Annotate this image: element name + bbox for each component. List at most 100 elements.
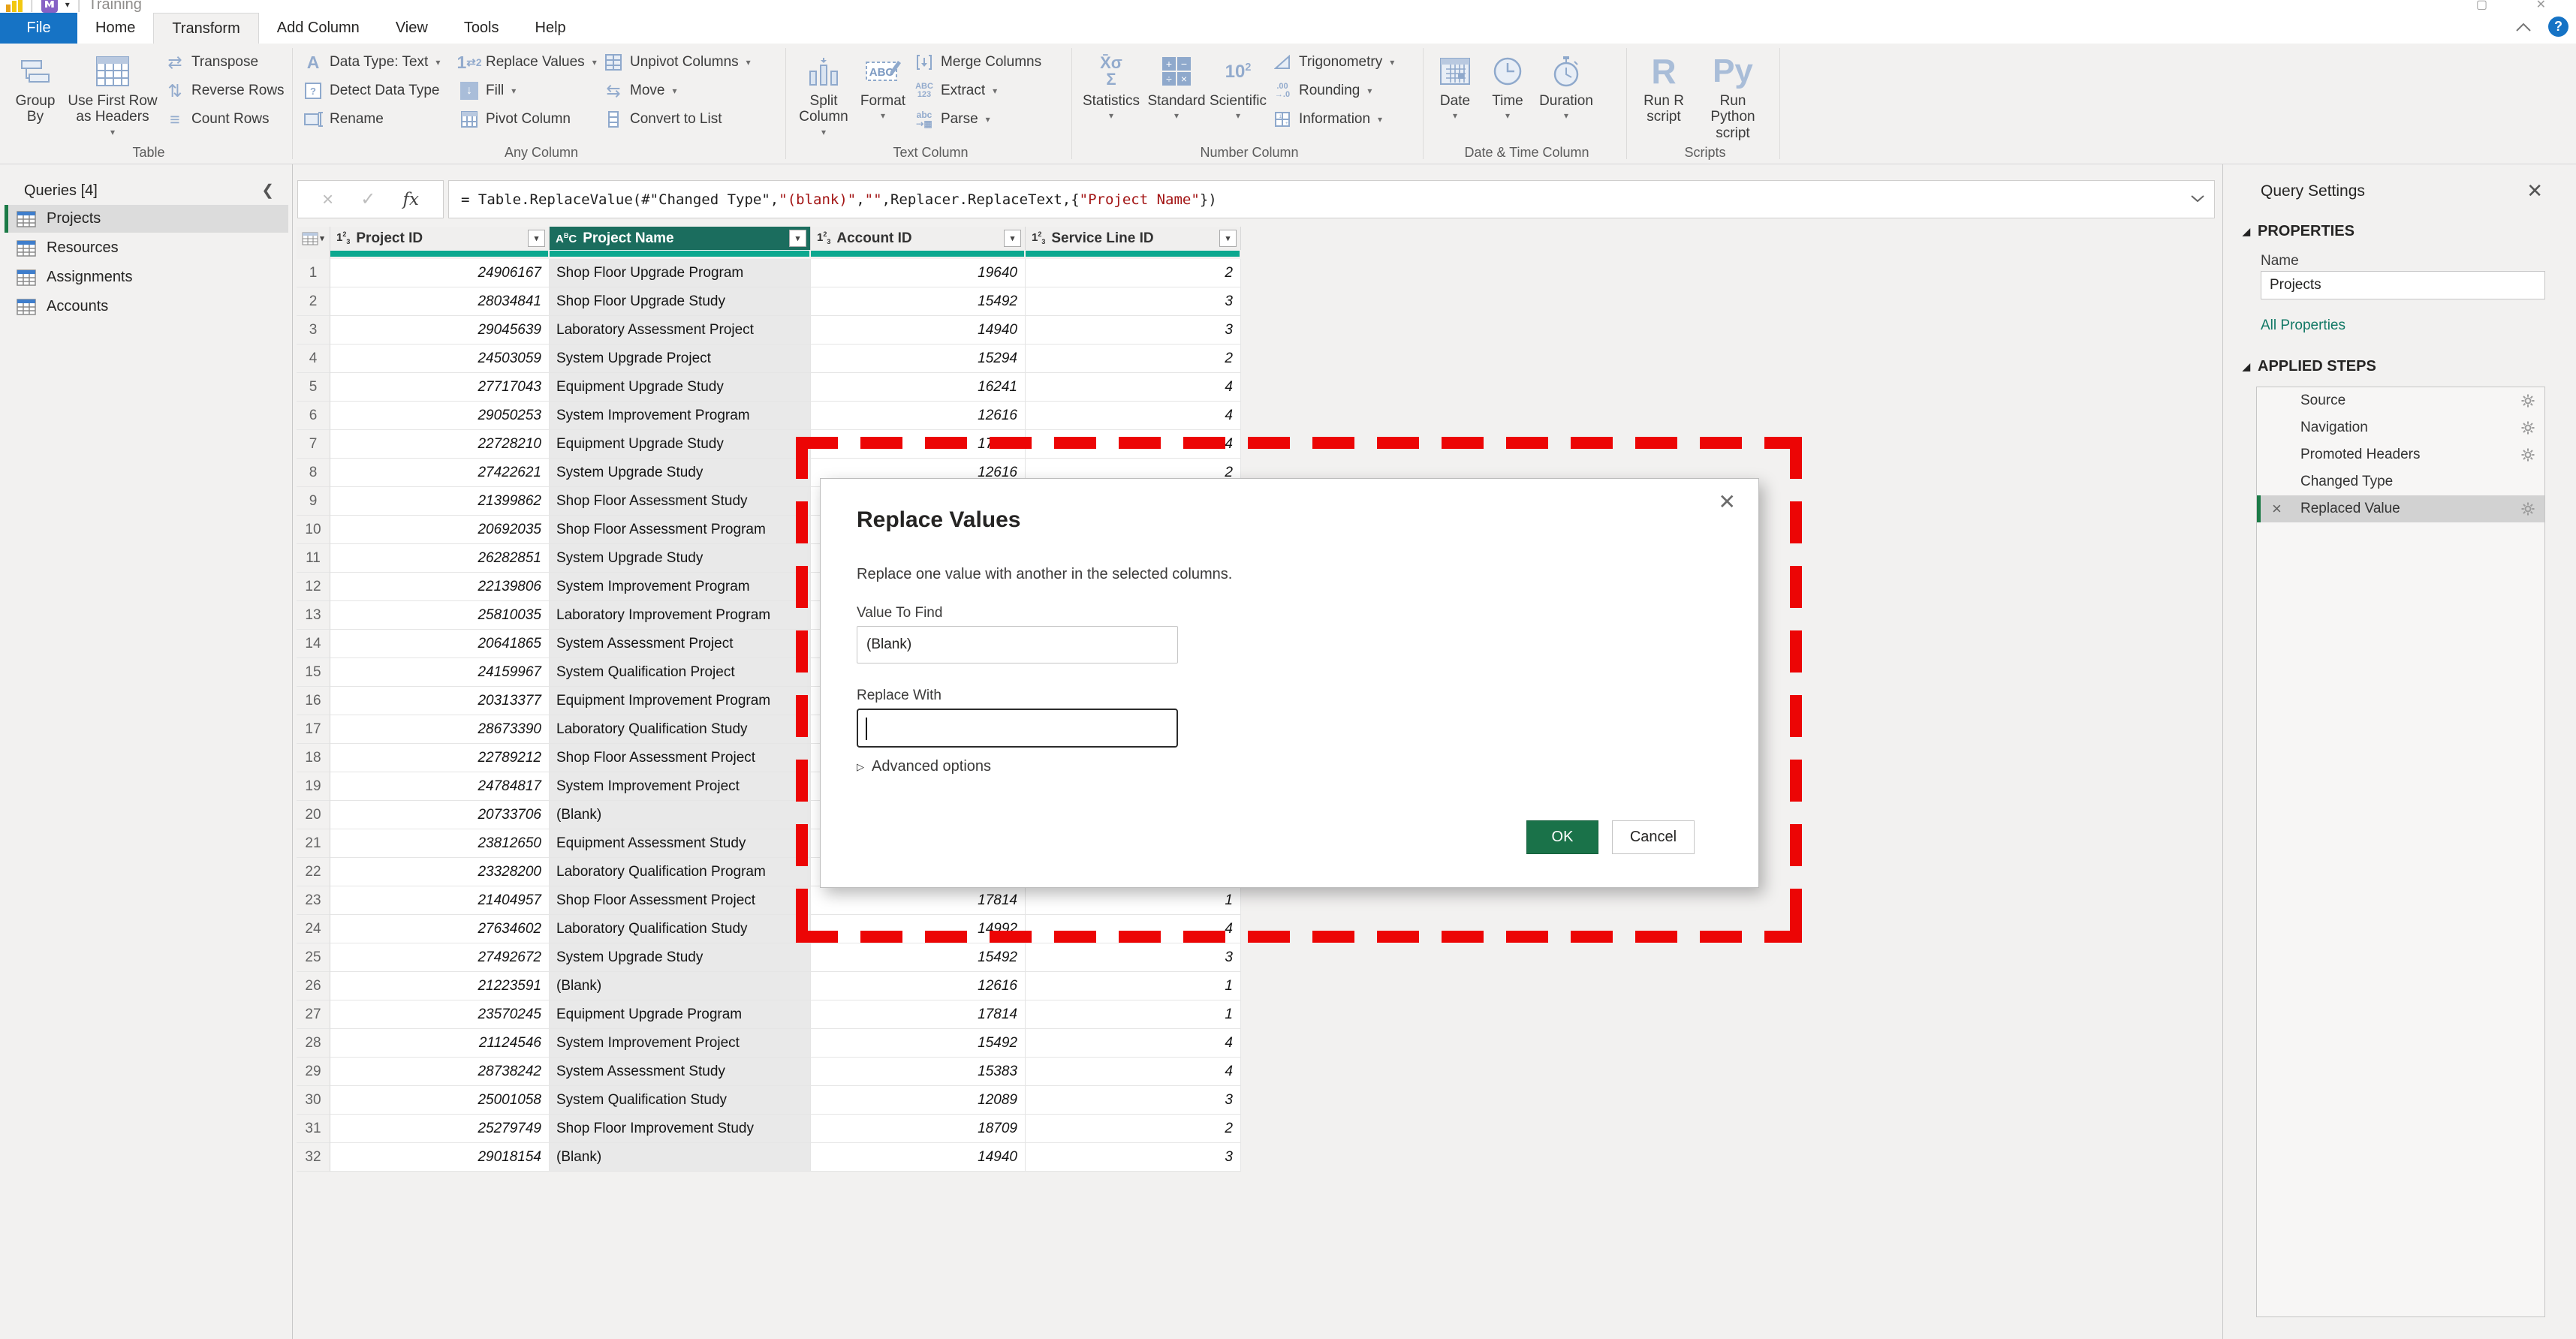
table-cell[interactable]: 16241 — [811, 373, 1026, 402]
ok-button[interactable]: OK — [1526, 820, 1598, 854]
reverse-rows-button[interactable]: ⇅ Reverse Rows — [161, 77, 288, 105]
group-by-button[interactable]: Group By — [6, 47, 65, 128]
filter-icon[interactable]: ▾ — [789, 230, 806, 247]
column-header-project-id[interactable]: 123 Project ID ▾ — [330, 227, 550, 250]
run-r-script-button[interactable]: R Run R script — [1632, 47, 1695, 128]
window-close-icon[interactable]: ✕ — [2536, 0, 2546, 12]
table-cell[interactable]: 3 — [1026, 943, 1241, 972]
properties-section-header[interactable]: ◢ PROPERTIES — [2243, 223, 2355, 240]
fill-button[interactable]: ↓ Fill▾ — [455, 77, 599, 105]
table-cell[interactable]: Equipment Upgrade Study — [550, 373, 811, 402]
row-number[interactable]: 30 — [297, 1086, 330, 1115]
table-cell[interactable]: System Upgrade Study — [550, 943, 811, 972]
table-cell[interactable]: Laboratory Qualification Study — [550, 715, 811, 744]
row-number[interactable]: 21 — [297, 829, 330, 858]
table-cell[interactable]: 15294 — [811, 345, 1026, 373]
table-cell[interactable]: 22728210 — [330, 430, 550, 459]
applied-step-source[interactable]: Source — [2257, 387, 2544, 414]
table-cell[interactable]: 27634602 — [330, 915, 550, 943]
query-item-assignments[interactable]: Assignments — [5, 263, 288, 291]
table-cell[interactable]: Shop Floor Assessment Program — [550, 516, 811, 544]
information-button[interactable]: 1+ Information▾ — [1268, 105, 1415, 134]
advanced-options-toggle[interactable]: ▷ Advanced options — [857, 758, 991, 775]
table-cell[interactable]: 23812650 — [330, 829, 550, 858]
table-cell[interactable]: 25001058 — [330, 1086, 550, 1115]
row-number[interactable]: 8 — [297, 459, 330, 487]
table-cell[interactable]: 14940 — [811, 316, 1026, 345]
standard-button[interactable]: +−÷× Standard ▾ — [1145, 47, 1208, 124]
table-cell[interactable]: System Qualification Project — [550, 658, 811, 687]
table-cell[interactable]: Shop Floor Upgrade Study — [550, 287, 811, 316]
table-cell[interactable]: 2 — [1026, 345, 1241, 373]
table-cell[interactable]: 3 — [1026, 1143, 1241, 1172]
gear-icon[interactable] — [2520, 447, 2535, 462]
move-button[interactable]: ⇆ Move▾ — [599, 77, 778, 105]
replace-with-input[interactable] — [857, 709, 1178, 748]
query-item-resources[interactable]: Resources — [5, 234, 288, 262]
table-cell[interactable]: (Blank) — [550, 972, 811, 1000]
table-cell[interactable]: 26282851 — [330, 544, 550, 573]
filter-icon[interactable]: ▾ — [528, 230, 545, 247]
time-button[interactable]: Time ▾ — [1481, 47, 1534, 124]
table-cell[interactable]: 1 — [1026, 972, 1241, 1000]
table-cell[interactable]: 15492 — [811, 287, 1026, 316]
table-cell[interactable]: 2 — [1026, 1115, 1241, 1143]
column-header-project-name[interactable]: ABC Project Name ▾ — [550, 227, 811, 250]
table-cell[interactable]: 24503059 — [330, 345, 550, 373]
row-number[interactable]: 25 — [297, 943, 330, 972]
table-cell[interactable]: 4 — [1026, 1029, 1241, 1058]
table-cell[interactable]: 4 — [1026, 373, 1241, 402]
count-rows-button[interactable]: ≡ Count Rows — [161, 105, 288, 134]
format-button[interactable]: ABC Format ▾ — [856, 47, 910, 124]
column-header-account-id[interactable]: 123 Account ID ▾ — [811, 227, 1026, 250]
table-cell[interactable]: 3 — [1026, 316, 1241, 345]
applied-step-changed-type[interactable]: Changed Type — [2257, 468, 2544, 495]
delete-step-icon[interactable]: × — [2272, 501, 2282, 517]
duration-button[interactable]: Duration ▾ — [1534, 47, 1598, 124]
close-icon[interactable]: ✕ — [1719, 489, 1736, 514]
table-cell[interactable]: Equipment Upgrade Program — [550, 1000, 811, 1029]
table-cell[interactable]: System Upgrade Study — [550, 459, 811, 487]
tab-home[interactable]: Home — [77, 13, 153, 44]
table-cell[interactable]: System Qualification Study — [550, 1086, 811, 1115]
table-cell[interactable]: Shop Floor Assessment Study — [550, 487, 811, 516]
row-number[interactable]: 17 — [297, 715, 330, 744]
table-cell[interactable]: 25810035 — [330, 601, 550, 630]
row-number[interactable]: 27 — [297, 1000, 330, 1029]
row-number[interactable]: 32 — [297, 1143, 330, 1172]
row-number[interactable]: 18 — [297, 744, 330, 772]
table-cell[interactable]: (Blank) — [550, 801, 811, 829]
table-cell[interactable]: 28673390 — [330, 715, 550, 744]
table-cell[interactable]: 14940 — [811, 1143, 1026, 1172]
run-python-script-button[interactable]: Py Run Python script — [1695, 47, 1770, 144]
formula-input[interactable]: = Table.ReplaceValue(#"Changed Type","(b… — [448, 180, 2215, 218]
collapse-pane-icon[interactable]: ❮ — [261, 181, 274, 200]
row-number[interactable]: 6 — [297, 402, 330, 430]
table-cell[interactable]: 3 — [1026, 287, 1241, 316]
table-cell[interactable]: Shop Floor Improvement Study — [550, 1115, 811, 1143]
unpivot-columns-button[interactable]: Unpivot Columns▾ — [599, 48, 778, 77]
table-cell[interactable]: Shop Floor Assessment Project — [550, 744, 811, 772]
row-number[interactable]: 15 — [297, 658, 330, 687]
table-cell[interactable]: 22139806 — [330, 573, 550, 601]
table-cell[interactable]: 25279749 — [330, 1115, 550, 1143]
row-number[interactable]: 3 — [297, 316, 330, 345]
rounding-button[interactable]: .00→.0 Rounding▾ — [1268, 77, 1415, 105]
pivot-column-button[interactable]: Pivot Column — [455, 105, 599, 134]
row-number[interactable]: 13 — [297, 601, 330, 630]
transpose-button[interactable]: ⇄ Transpose — [161, 48, 288, 77]
table-cell[interactable]: 20313377 — [330, 687, 550, 715]
table-cell[interactable]: 4 — [1026, 1058, 1241, 1086]
table-cell[interactable]: Laboratory Assessment Project — [550, 316, 811, 345]
row-number[interactable]: 2 — [297, 287, 330, 316]
table-cell[interactable]: 17814 — [811, 1000, 1026, 1029]
gear-icon[interactable] — [2520, 393, 2535, 408]
column-header-service-line-id[interactable]: 123 Service Line ID ▾ — [1026, 227, 1241, 250]
row-number[interactable]: 24 — [297, 915, 330, 943]
table-cell[interactable]: 28738242 — [330, 1058, 550, 1086]
filter-icon[interactable]: ▾ — [1004, 230, 1021, 247]
table-cell[interactable]: 2 — [1026, 259, 1241, 287]
commit-formula-icon[interactable]: ✓ — [360, 188, 375, 210]
table-cell[interactable]: Laboratory Improvement Program — [550, 601, 811, 630]
table-cell[interactable]: 20641865 — [330, 630, 550, 658]
